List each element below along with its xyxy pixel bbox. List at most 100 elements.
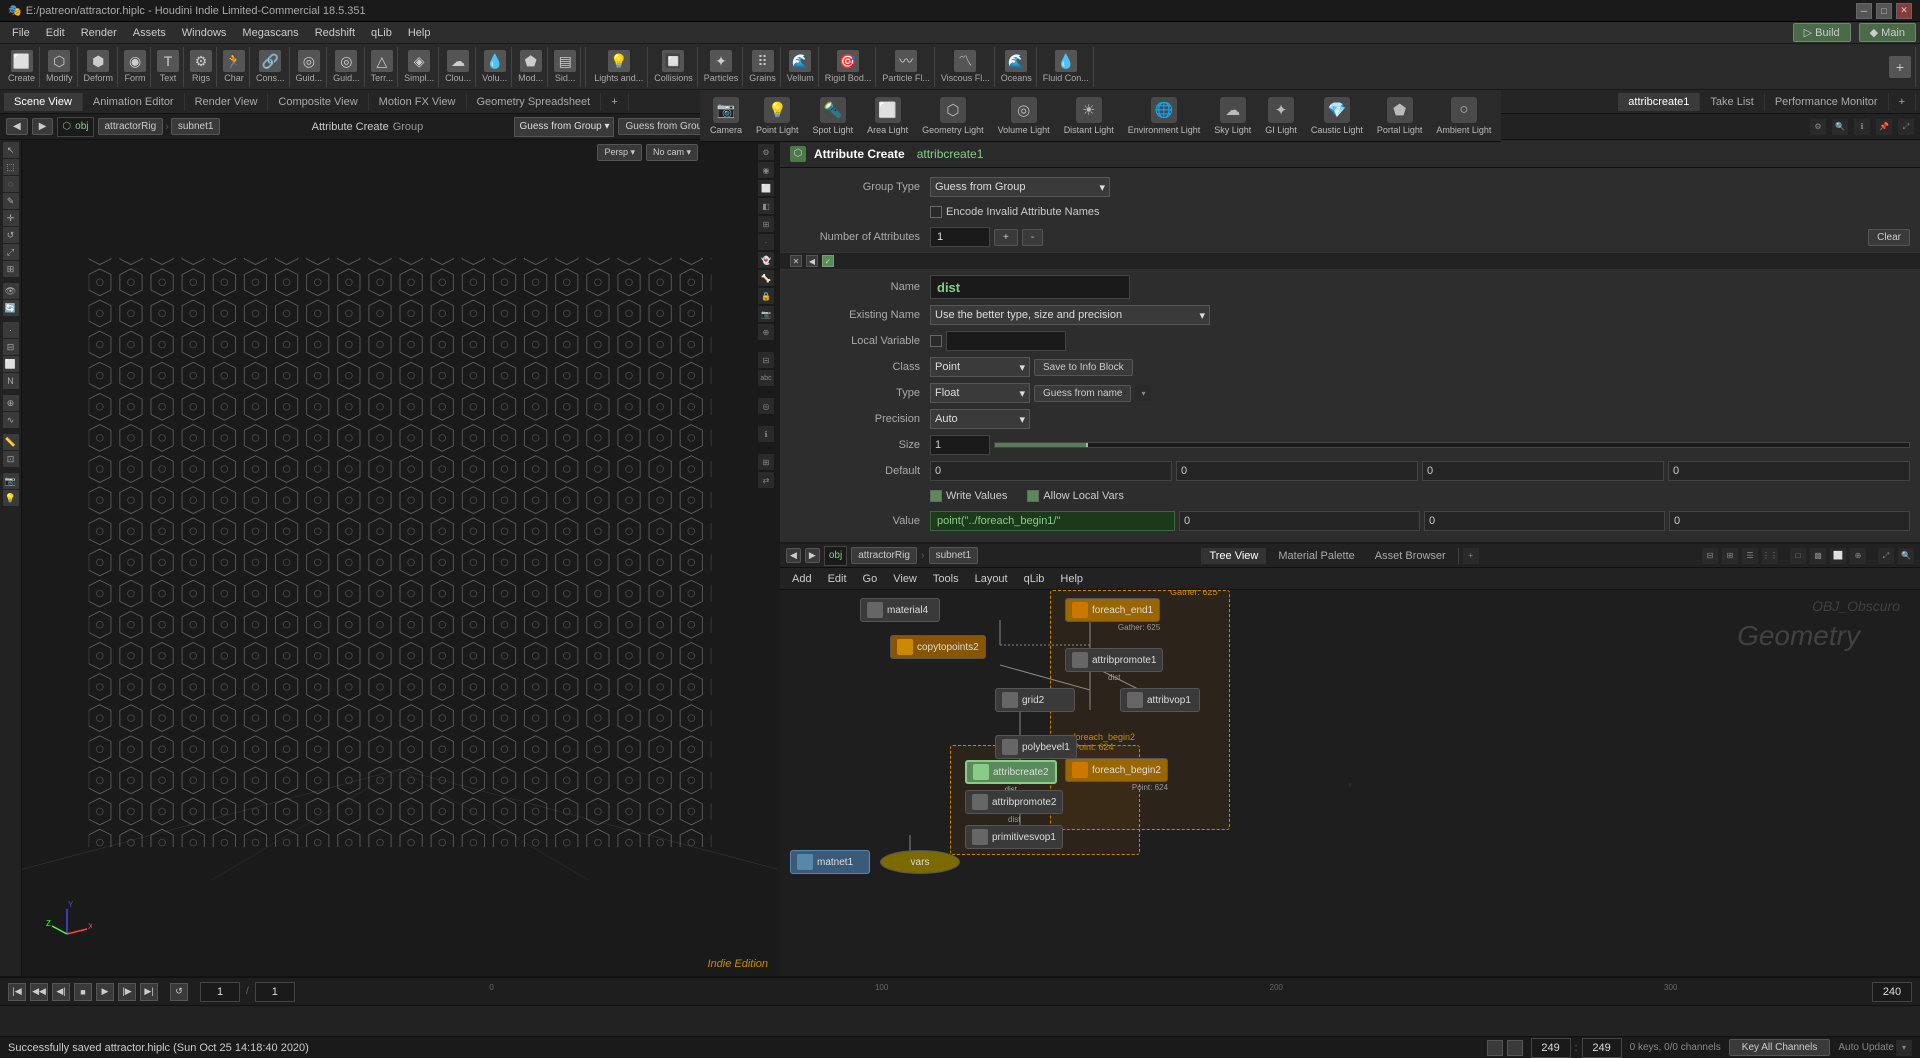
nocam-btn[interactable]: No cam ▾ [646,144,698,161]
transform-tool[interactable]: ⊞ [3,261,19,277]
distant-light-btn[interactable]: ☀ Distant Light [1058,95,1120,137]
modify-tool[interactable]: ⬡ Modify [42,47,78,87]
sky-light-btn[interactable]: ☁ Sky Light [1208,95,1257,137]
vp-flip-icon[interactable]: ⇄ [758,472,774,488]
area-light-btn[interactable]: ⬜ Area Light [861,95,914,137]
light-tool[interactable]: 💡 [3,490,19,506]
frame-display-input[interactable] [1531,1038,1571,1058]
simpl-tool[interactable]: ◈ Simpl... [400,47,439,87]
tab-performance-monitor[interactable]: Performance Monitor [1765,93,1889,111]
ne-view2-icon[interactable]: ▩ [1810,548,1826,564]
maximize-btn[interactable]: □ [1876,3,1892,19]
allow-local-vars-checkbox[interactable] [1027,490,1039,502]
group-type-select[interactable]: Guess from Group ▾ [930,177,1110,197]
ne-tab-material-palette[interactable]: Material Palette [1270,548,1362,564]
viscousfl-tool[interactable]: 〽 Viscous Fl... [937,47,995,87]
minimize-btn[interactable]: ─ [1856,3,1872,19]
points-mode[interactable]: · [3,322,19,338]
persp-btn[interactable]: Persp ▾ [597,144,642,161]
props-info-icon[interactable]: ℹ [1854,119,1870,135]
spot-light-btn[interactable]: 🔦 Spot Light [807,95,860,137]
tab-composite-view[interactable]: Composite View [268,93,368,111]
point-light-btn[interactable]: 💡 Point Light [750,95,805,137]
main-workspace-btn[interactable]: ◆ Main [1859,23,1916,42]
type-select[interactable]: Float ▾ [930,383,1030,403]
geo-light-btn[interactable]: ⬡ Geometry Light [916,95,990,137]
ambient-light-btn[interactable]: ○ Ambient Light [1430,95,1497,137]
vp-back-btn[interactable]: ◀ [6,118,28,135]
menu-edit[interactable]: Edit [38,25,73,41]
tab-animation-editor[interactable]: Animation Editor [83,93,185,111]
collisions-tool[interactable]: 🔲 Collisions [650,47,698,87]
node-foreach-begin2[interactable]: foreach_begin2 Point: 624 [1065,758,1168,792]
node-attribpromote2[interactable]: attribpromote2 dist [965,790,1063,824]
paint-tool[interactable]: ✎ [3,193,19,209]
auto-update-dropdown[interactable]: ▾ [1896,1040,1912,1056]
tl-current-frame[interactable] [200,982,240,1002]
camera-light-btn[interactable]: 📷 Camera [704,95,748,137]
node-color-swatch[interactable]: ⬡ [790,146,806,162]
vp-wire-icon[interactable]: ⊞ [758,216,774,232]
gi-light-btn[interactable]: ✦ GI Light [1259,95,1303,137]
handle-tool[interactable]: ⊡ [3,451,19,467]
num-attribs-input[interactable] [930,227,990,247]
vellum-tool[interactable]: 🌊 Vellum [783,47,819,87]
row-enable-btn[interactable]: ✓ [822,255,834,267]
ne-view1-icon[interactable]: □ [1790,548,1806,564]
ne-menu-add[interactable]: Add [786,571,818,587]
write-values-checkbox[interactable] [930,490,942,502]
vp-snap-icon[interactable]: ◎ [758,398,774,414]
value-input-2[interactable] [1179,511,1420,531]
ne-menu-layout[interactable]: Layout [969,571,1014,587]
tl-play-btn[interactable]: ▶ [96,983,114,1001]
default-input-1[interactable] [930,461,1172,481]
menu-megascans[interactable]: Megascans [234,25,306,41]
tumble-tool[interactable]: 🔄 [3,300,19,316]
char-tool[interactable]: 🏃 Char [219,47,250,87]
ne-subnet1[interactable]: subnet1 [929,547,979,564]
vp-shade-icon[interactable]: ◧ [758,198,774,214]
ne-view4-icon[interactable]: ⊕ [1850,548,1866,564]
node-mode[interactable]: N [3,373,19,389]
clou-tool[interactable]: ☁ Clou... [441,47,476,87]
status-icon-2[interactable] [1507,1040,1523,1056]
tl-end-btn[interactable]: ▶| [140,983,158,1001]
encode-checkbox[interactable] [930,206,942,218]
node-attribpromote1[interactable]: attribpromote1 dist [1065,648,1163,682]
fluidcon-tool[interactable]: 💧 Fluid Con... [1039,47,1094,87]
portal-light-btn[interactable]: ⬟ Portal Light [1371,95,1429,137]
ne-add-tab-btn[interactable]: + [1463,548,1479,564]
precision-select[interactable]: Auto ▾ [930,409,1030,429]
rotate-tool[interactable]: ↺ [3,227,19,243]
node-grid2[interactable]: grid2 [995,688,1075,712]
cons-tool[interactable]: 🔗 Cons... [252,47,290,87]
class-select[interactable]: Point ▾ [930,357,1030,377]
default-input-2[interactable] [1176,461,1418,481]
measure-tool[interactable]: 📏 [3,434,19,450]
terr-tool[interactable]: △ Terr... [367,47,399,87]
tl-end-frame-input[interactable] [1872,982,1912,1002]
ne-zoom-in-icon[interactable]: 🔍 [1898,548,1914,564]
grains-tool[interactable]: ⠿ Grains [745,47,781,87]
close-btn[interactable]: ✕ [1896,3,1912,19]
ne-menu-help[interactable]: Help [1054,571,1089,587]
key-all-channels-btn[interactable]: Key All Channels [1729,1039,1831,1056]
ne-tab-tree-view[interactable]: Tree View [1201,548,1266,564]
props-expand-icon[interactable]: ⤢ [1898,119,1914,135]
save-to-info-block-btn[interactable]: Save to Info Block [1034,359,1133,376]
default-input-3[interactable] [1422,461,1664,481]
deform-tool[interactable]: ⬢ Deform [80,47,119,87]
clear-btn[interactable]: Clear [1868,229,1910,246]
row-collapse-btn[interactable]: ✕ [790,255,802,267]
sid-tool[interactable]: ▤ Sid... [550,47,581,87]
local-var-input[interactable] [946,331,1066,351]
box-select-tool[interactable]: ⬚ [3,159,19,175]
tl-start-frame[interactable] [255,982,295,1002]
node-foreach-end1[interactable]: foreach_end1 Gather: 625 [1065,598,1160,632]
size-input[interactable] [930,435,990,455]
vp-forward-btn[interactable]: ▶ [32,118,54,135]
edges-mode[interactable]: ⊟ [3,339,19,355]
default-input-4[interactable] [1668,461,1910,481]
tab-render-view[interactable]: Render View [185,93,269,111]
create-tool[interactable]: ⬜ Create [4,47,40,87]
